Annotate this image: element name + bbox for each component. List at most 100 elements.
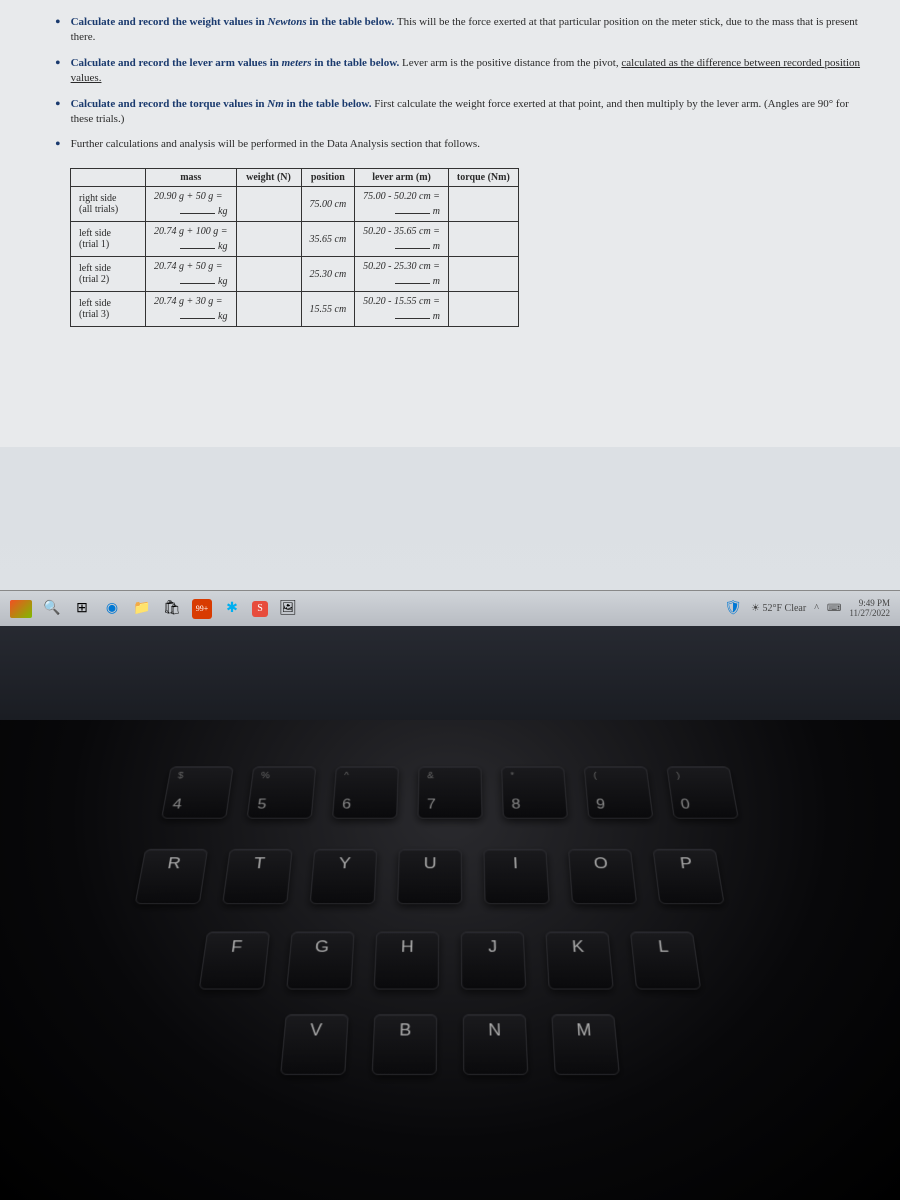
taskbar-right: 🛡 ☀ 52°F Clear ^ ⌨ 9:49 PM 11/27/2022 <box>723 599 890 619</box>
app-icon-2[interactable]: 🖼 <box>278 599 298 619</box>
m-blank: m <box>355 204 449 222</box>
key-V: V <box>280 1014 349 1075</box>
bullet-text: Calculate and record the torque values i… <box>71 97 870 128</box>
key-row-3: VBNM <box>0 1014 900 1075</box>
app-icon[interactable]: S <box>252 601 268 617</box>
mass-eq: 20.74 g + 50 g = <box>146 257 237 275</box>
key-Y: Y <box>310 849 378 904</box>
table-row: left side(trial 1) 20.74 g + 100 g = 35.… <box>71 222 519 240</box>
data-table: mass weight (N) position lever arm (m) t… <box>70 168 519 327</box>
key-N: N <box>463 1014 529 1075</box>
task-view-icon[interactable]: ⊞ <box>72 599 92 619</box>
explorer-icon[interactable]: 📁 <box>132 599 152 619</box>
mass-eq: 20.90 g + 50 g = <box>146 187 237 205</box>
lever-eq: 75.00 - 50.20 cm = <box>355 187 449 205</box>
key-B: B <box>372 1014 438 1075</box>
th-lever: lever arm (m) <box>355 169 449 187</box>
weight-cell <box>236 222 301 257</box>
mail-icon[interactable]: 99+ <box>192 599 212 619</box>
bullet-icon: • <box>55 15 61 46</box>
table-row: left side(trial 3) 20.74 g + 30 g = 15.5… <box>71 292 519 310</box>
bullet-text: Further calculations and analysis will b… <box>71 137 870 153</box>
key-H: H <box>374 931 439 989</box>
position-cell: 35.65 cm <box>301 222 355 257</box>
bullet-icon: • <box>55 56 61 87</box>
table-row: left side(trial 2) 20.74 g + 50 g = 25.3… <box>71 257 519 275</box>
table-body: right side(all trials) 20.90 g + 50 g = … <box>71 187 519 327</box>
key-U: U <box>397 849 462 904</box>
m-blank: m <box>355 239 449 257</box>
torque-cell <box>448 222 518 257</box>
row-label: left side(trial 2) <box>71 257 146 292</box>
key-row-2: FGHJKL <box>0 931 900 989</box>
keyboard-icon[interactable]: ⌨ <box>827 603 841 614</box>
th-position: position <box>301 169 355 187</box>
row-label: left side(trial 3) <box>71 292 146 327</box>
start-icon[interactable] <box>10 600 32 618</box>
m-blank: m <box>355 274 449 292</box>
row-label: right side(all trials) <box>71 187 146 222</box>
bullet-icon: • <box>55 97 61 128</box>
key-G: G <box>286 931 354 989</box>
position-cell: 25.30 cm <box>301 257 355 292</box>
torque-cell <box>448 257 518 292</box>
key-row-numbers: $4%5 ^6&7 *8 (9)0 <box>0 766 900 818</box>
key-5: %5 <box>247 766 317 818</box>
torque-cell <box>448 187 518 222</box>
bullet-4: • Further calculations and analysis will… <box>50 137 870 153</box>
table-header-row: mass weight (N) position lever arm (m) t… <box>71 169 519 187</box>
m-blank: m <box>355 309 449 327</box>
weight-cell <box>236 187 301 222</box>
th-weight: weight (N) <box>236 169 301 187</box>
key-4: $4 <box>161 766 234 818</box>
search-icon[interactable]: 🔍 <box>42 599 62 619</box>
chevron-up-icon[interactable]: ^ <box>814 603 819 614</box>
weight-cell <box>236 257 301 292</box>
key-0: )0 <box>666 766 739 818</box>
bullet-icon: • <box>55 137 61 153</box>
kg-blank: kg <box>146 274 237 292</box>
key-R: R <box>135 849 208 904</box>
key-7: &7 <box>417 766 482 818</box>
lever-eq: 50.20 - 25.30 cm = <box>355 257 449 275</box>
position-cell: 15.55 cm <box>301 292 355 327</box>
table-row: right side(all trials) 20.90 g + 50 g = … <box>71 187 519 205</box>
key-8: *8 <box>501 766 568 818</box>
lever-eq: 50.20 - 35.65 cm = <box>355 222 449 240</box>
position-cell: 75.00 cm <box>301 187 355 222</box>
key-6: ^6 <box>332 766 399 818</box>
th-torque: torque (Nm) <box>448 169 518 187</box>
weather-widget[interactable]: ☀ 52°F Clear <box>751 603 806 614</box>
key-I: I <box>483 849 549 904</box>
key-O: O <box>568 849 637 904</box>
instruction-list: • Calculate and record the weight values… <box>50 15 870 153</box>
kg-blank: kg <box>146 309 237 327</box>
bullet-text: Calculate and record the lever arm value… <box>71 56 870 87</box>
key-J: J <box>461 931 526 989</box>
groupme-icon[interactable]: ✱ <box>222 599 242 619</box>
mass-eq: 20.74 g + 30 g = <box>146 292 237 310</box>
bullet-text: Calculate and record the weight values i… <box>71 15 870 46</box>
key-9: (9 <box>584 766 654 818</box>
key-T: T <box>222 849 293 904</box>
key-F: F <box>199 931 270 989</box>
store-icon[interactable]: 🛍 <box>162 599 182 619</box>
kg-blank: kg <box>146 239 237 257</box>
key-L: L <box>630 931 701 989</box>
key-row-1: RTYUIOP <box>0 849 900 904</box>
bullet-2: • Calculate and record the lever arm val… <box>50 56 870 87</box>
key-P: P <box>653 849 725 904</box>
clock[interactable]: 9:49 PM 11/27/2022 <box>849 599 890 619</box>
document-screen: • Calculate and record the weight values… <box>0 0 900 447</box>
security-icon[interactable]: 🛡 <box>723 599 743 619</box>
windows-taskbar[interactable]: 🔍 ⊞ ◉ 📁 🛍 99+ ✱ S 🖼 🛡 ☀ 52°F Clear ^ ⌨ 9… <box>0 590 900 626</box>
lever-eq: 50.20 - 15.55 cm = <box>355 292 449 310</box>
mass-eq: 20.74 g + 100 g = <box>146 222 237 240</box>
row-label: left side(trial 1) <box>71 222 146 257</box>
th-blank <box>71 169 146 187</box>
edge-icon[interactable]: ◉ <box>102 599 122 619</box>
bullet-3: • Calculate and record the torque values… <box>50 97 870 128</box>
physical-keyboard: $4%5 ^6&7 *8 (9)0 RTYUIOP FGHJKL VBNM <box>0 720 900 1200</box>
key-M: M <box>551 1014 620 1075</box>
bullet-1: • Calculate and record the weight values… <box>50 15 870 46</box>
